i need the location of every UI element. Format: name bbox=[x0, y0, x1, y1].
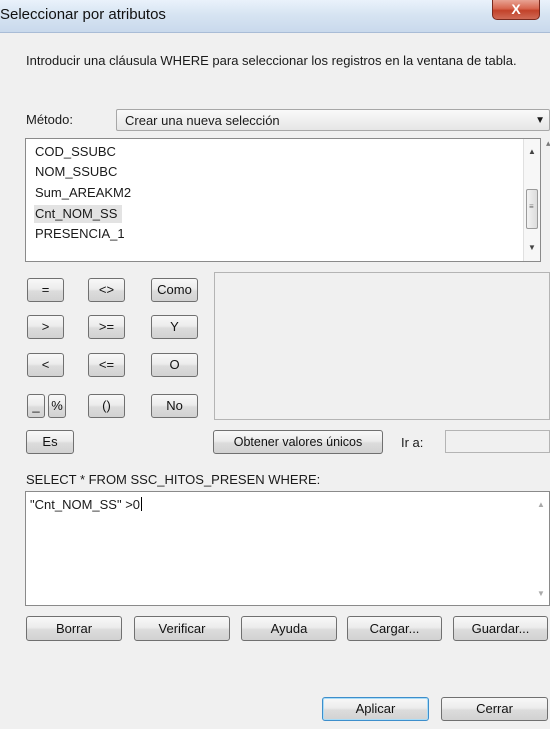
unique-values-list[interactable] bbox=[214, 272, 550, 420]
close-icon: X bbox=[511, 1, 521, 17]
greater-than-button[interactable]: > bbox=[27, 315, 64, 339]
window-title: Seleccionar por atributos bbox=[0, 6, 166, 23]
like-button[interactable]: Como bbox=[151, 278, 198, 302]
goto-input[interactable] bbox=[445, 430, 550, 453]
greater-equal-button[interactable]: >= bbox=[88, 315, 125, 339]
percent-button[interactable]: % bbox=[48, 394, 66, 418]
field-item-cod-ssubc[interactable]: COD_SSUBC bbox=[34, 143, 121, 161]
scroll-up-icon[interactable]: ▲ bbox=[524, 147, 540, 156]
equals-button[interactable]: = bbox=[27, 278, 64, 302]
goto-label: Ir a: bbox=[401, 435, 424, 450]
grip-icon: ≡ bbox=[529, 202, 534, 211]
select-by-attributes-dialog: Seleccionar por atributos X Introducir u… bbox=[0, 0, 550, 729]
field-item-sum-areakm2[interactable]: Sum_AREAKM2 bbox=[34, 184, 136, 202]
scroll-down-icon[interactable]: ▼ bbox=[524, 243, 540, 252]
not-button[interactable]: No bbox=[151, 394, 198, 418]
scroll-up-icon[interactable]: ▲ bbox=[533, 500, 549, 509]
text-caret bbox=[141, 497, 143, 511]
get-unique-values-button[interactable]: Obtener valores únicos bbox=[213, 430, 383, 454]
close-button[interactable]: Cerrar bbox=[441, 697, 548, 721]
where-clause-textarea[interactable]: "Cnt_NOM_SS" >0 ▲ ▼ bbox=[25, 491, 550, 606]
field-item-cnt-nom-ss[interactable]: Cnt_NOM_SS bbox=[34, 205, 123, 223]
and-button[interactable]: Y bbox=[151, 315, 198, 339]
is-button[interactable]: Es bbox=[26, 430, 74, 454]
verify-button[interactable]: Verificar bbox=[134, 616, 230, 641]
field-item-nom-ssubc[interactable]: NOM_SSUBC bbox=[34, 163, 122, 181]
where-clause-text: "Cnt_NOM_SS" >0 bbox=[30, 497, 143, 512]
chevron-down-icon: ▼ bbox=[535, 115, 545, 126]
resize-tick-icon: ▴ bbox=[546, 138, 550, 148]
less-than-button[interactable]: < bbox=[27, 353, 64, 377]
sql-scrollbar[interactable]: ▲ ▼ bbox=[533, 492, 549, 605]
title-bar[interactable]: Seleccionar por atributos X bbox=[0, 0, 550, 33]
parentheses-button[interactable]: () bbox=[88, 394, 125, 418]
help-button[interactable]: Ayuda bbox=[241, 616, 337, 641]
not-equal-button[interactable]: <> bbox=[88, 278, 125, 302]
or-button[interactable]: O bbox=[151, 353, 198, 377]
underscore-button[interactable]: _ bbox=[27, 394, 45, 418]
instructions-text: Introducir una cláusula WHERE para selec… bbox=[26, 53, 517, 68]
field-list[interactable]: COD_SSUBC NOM_SSUBC Sum_AREAKM2 Cnt_NOM_… bbox=[25, 138, 541, 262]
field-list-scrollbar[interactable]: ▲ ≡ ▼ bbox=[523, 139, 540, 261]
clear-button[interactable]: Borrar bbox=[26, 616, 122, 641]
where-expression: "Cnt_NOM_SS" >0 bbox=[30, 497, 141, 512]
sql-prefix-label: SELECT * FROM SSC_HITOS_PRESEN WHERE: bbox=[26, 472, 321, 487]
close-window-button[interactable]: X bbox=[492, 0, 540, 20]
method-dropdown[interactable]: Crear una nueva selección ▼ bbox=[116, 109, 550, 131]
scroll-thumb[interactable]: ≡ bbox=[526, 189, 538, 229]
method-selected-value: Crear una nueva selección bbox=[125, 113, 280, 128]
save-button[interactable]: Guardar... bbox=[453, 616, 548, 641]
field-item-presencia-1[interactable]: PRESENCIA_1 bbox=[34, 225, 130, 243]
method-label: Método: bbox=[26, 112, 73, 127]
scroll-down-icon[interactable]: ▼ bbox=[533, 589, 549, 598]
apply-button[interactable]: Aplicar bbox=[322, 697, 429, 721]
load-button[interactable]: Cargar... bbox=[347, 616, 442, 641]
less-equal-button[interactable]: <= bbox=[88, 353, 125, 377]
